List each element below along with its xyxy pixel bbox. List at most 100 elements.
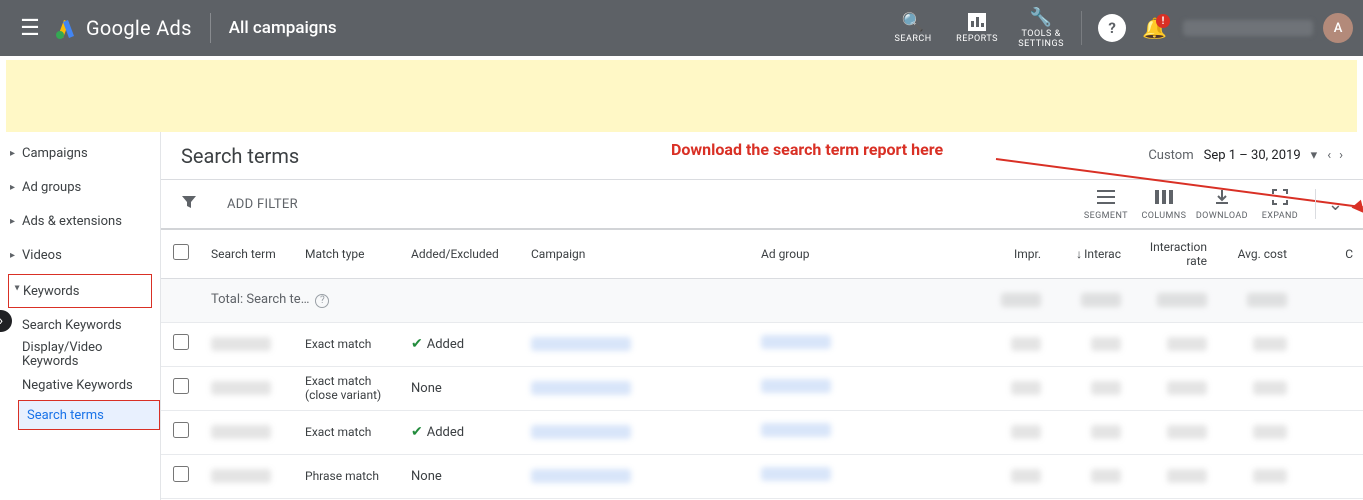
columns-icon <box>1155 187 1173 207</box>
divider <box>1081 11 1082 45</box>
col-added-excluded[interactable]: Added/Excluded <box>401 230 521 278</box>
avatar[interactable]: A <box>1323 13 1353 43</box>
redacted-value <box>1081 293 1121 307</box>
sidebar-item-keywords[interactable]: ▸Keywords <box>8 274 152 308</box>
ad-group-link[interactable] <box>761 382 831 397</box>
date-range-label: Custom <box>1148 148 1193 163</box>
reports-icon <box>968 11 986 33</box>
check-icon: ✔ <box>411 424 423 440</box>
table-row: Exact match (close variant)None <box>161 366 1363 410</box>
table-header-row: Search term Match type Added/Excluded Ca… <box>161 230 1363 278</box>
info-icon[interactable]: ? <box>315 294 329 308</box>
date-range-picker[interactable]: Custom Sep 1 – 30, 2019 ▾ ‹ › <box>1148 148 1343 163</box>
expand-button[interactable]: EXPAND <box>1251 187 1309 221</box>
account-id-redacted <box>1183 20 1313 36</box>
col-interac[interactable]: ↓Interac <box>1051 230 1131 278</box>
cell-match-type: Phrase match <box>295 454 401 498</box>
redacted-value <box>1011 381 1041 395</box>
search-icon: 🔍 <box>902 11 925 33</box>
main-layout: › ▸Campaigns ▸Ad groups ▸Ads & extension… <box>0 132 1363 500</box>
account-switcher[interactable]: A <box>1183 13 1353 43</box>
sidebar-item-ads-extensions[interactable]: ▸Ads & extensions <box>0 204 160 238</box>
redacted-campaign-link[interactable] <box>531 425 631 439</box>
segment-button[interactable]: SEGMENT <box>1077 187 1135 221</box>
page-title: Search terms <box>181 144 299 168</box>
sidebar-item-ad-groups[interactable]: ▸Ad groups <box>0 170 160 204</box>
row-checkbox[interactable] <box>173 422 189 438</box>
columns-button[interactable]: COLUMNS <box>1135 187 1193 221</box>
download-icon <box>1214 187 1230 207</box>
hamburger-menu-icon[interactable]: ☰ <box>10 16 50 41</box>
redacted-search-term <box>211 337 271 351</box>
table-row: Phrase matchNone <box>161 454 1363 498</box>
cell-added-excluded: None <box>401 366 521 410</box>
search-terms-table: Search term Match type Added/Excluded Ca… <box>161 230 1363 499</box>
redacted-value <box>1167 381 1207 395</box>
check-icon: ✔ <box>411 336 423 352</box>
reports-button[interactable]: REPORTS <box>945 11 1009 45</box>
cell-added-excluded: ✔Added <box>401 410 521 454</box>
product-name: Google Ads <box>86 16 192 40</box>
sidebar: › ▸Campaigns ▸Ad groups ▸Ads & extension… <box>0 132 160 500</box>
sidebar-sub-display-video-keywords[interactable]: Display/Video Keywords <box>0 340 160 370</box>
row-checkbox[interactable] <box>173 466 189 482</box>
content-panel: Search terms Download the search term re… <box>160 132 1363 500</box>
redacted-value <box>1091 469 1121 483</box>
redacted-value <box>1253 337 1287 351</box>
date-prev-button[interactable]: ‹ <box>1327 148 1331 163</box>
more-options-button[interactable]: ⌄ <box>1328 194 1343 215</box>
date-next-button[interactable]: › <box>1339 148 1343 163</box>
redacted-campaign-link[interactable] <box>531 337 631 351</box>
chevron-right-icon: ▸ <box>10 182 22 193</box>
table-total-row: Total: Search te…? <box>161 278 1363 322</box>
sort-down-icon: ↓ <box>1076 247 1082 261</box>
redacted-value <box>1253 425 1287 439</box>
sidebar-item-campaigns[interactable]: ▸Campaigns <box>0 136 160 170</box>
col-overflow: C <box>1297 230 1363 278</box>
sidebar-sub-search-keywords[interactable]: Search Keywords <box>0 310 160 340</box>
divider <box>1315 189 1316 219</box>
expand-icon <box>1272 187 1288 207</box>
col-avg-cost[interactable]: Avg. cost <box>1217 230 1297 278</box>
cell-match-type: Exact match (close variant) <box>295 366 401 410</box>
col-match-type[interactable]: Match type <box>295 230 401 278</box>
row-checkbox[interactable] <box>173 378 189 394</box>
redacted-search-term <box>211 469 271 483</box>
ad-group-link[interactable] <box>761 470 831 485</box>
col-search-term[interactable]: Search term <box>201 230 295 278</box>
redacted-value <box>1157 293 1207 307</box>
product-logo[interactable]: Google Ads <box>54 16 192 40</box>
sidebar-item-videos[interactable]: ▸Videos <box>0 238 160 272</box>
redacted-value <box>1253 381 1287 395</box>
select-all-checkbox[interactable] <box>173 244 189 260</box>
breadcrumb[interactable]: All campaigns <box>229 18 337 38</box>
redacted-value <box>1167 469 1207 483</box>
filter-icon[interactable] <box>181 194 197 215</box>
search-button[interactable]: 🔍 SEARCH <box>881 11 945 45</box>
col-ad-group[interactable]: Ad group <box>751 230 981 278</box>
col-interaction-rate[interactable]: Interaction rate <box>1131 230 1217 278</box>
chevron-down-icon: ▾ <box>1311 148 1318 163</box>
row-checkbox[interactable] <box>173 334 189 350</box>
divider <box>210 13 211 43</box>
redacted-value <box>1091 337 1121 351</box>
table-row: Exact match✔Added <box>161 410 1363 454</box>
notification-banner <box>6 60 1357 132</box>
sidebar-sub-negative-keywords[interactable]: Negative Keywords <box>0 370 160 400</box>
col-campaign[interactable]: Campaign <box>521 230 751 278</box>
wrench-icon: 🔧 <box>1030 6 1053 28</box>
ad-group-link[interactable] <box>761 338 831 353</box>
add-filter-button[interactable]: ADD FILTER <box>227 197 298 212</box>
cell-added-excluded: ✔Added <box>401 322 521 366</box>
ad-group-link[interactable] <box>761 426 831 441</box>
download-button[interactable]: DOWNLOAD <box>1193 187 1251 221</box>
redacted-campaign-link[interactable] <box>531 469 631 483</box>
col-impr[interactable]: Impr. <box>981 230 1051 278</box>
redacted-value <box>1091 381 1121 395</box>
help-button[interactable]: ? <box>1098 14 1126 42</box>
redacted-value <box>1091 425 1121 439</box>
tools-settings-button[interactable]: 🔧 TOOLS & SETTINGS <box>1009 6 1073 50</box>
sidebar-sub-search-terms[interactable]: Search terms <box>18 400 160 430</box>
redacted-campaign-link[interactable] <box>531 381 631 395</box>
notifications-button[interactable]: 🔔 ! <box>1142 16 1167 40</box>
